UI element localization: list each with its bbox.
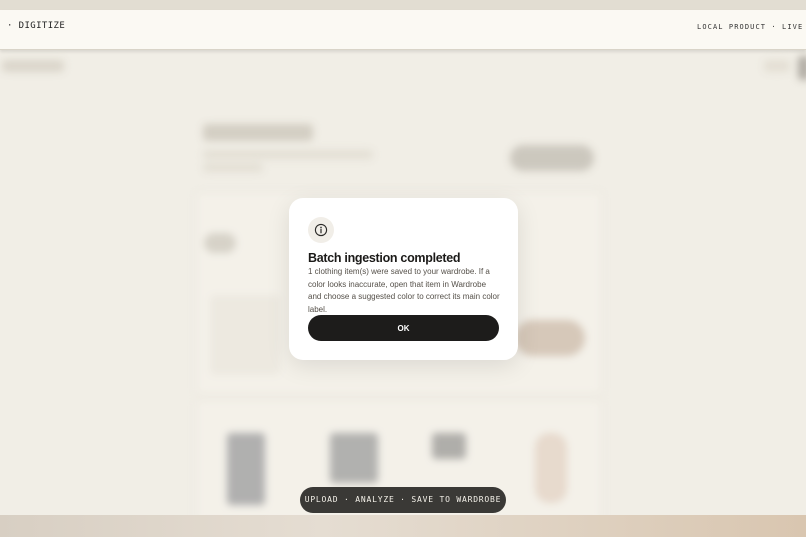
- info-icon: [308, 217, 334, 243]
- brand-label: · DIGITIZE: [7, 21, 66, 31]
- top-strip: [0, 0, 806, 10]
- ok-button[interactable]: OK: [308, 315, 499, 341]
- app-header: · DIGITIZE LOCAL PRODUCT · LIVE SES: [0, 10, 806, 50]
- workflow-steps-pill: UPLOAD · ANALYZE · SAVE TO WARDROBE: [300, 487, 506, 513]
- bottom-strip: [0, 515, 806, 537]
- dialog-title: Batch ingestion completed: [308, 251, 461, 265]
- batch-complete-dialog: Batch ingestion completed 1 clothing ite…: [289, 198, 518, 360]
- dialog-message: 1 clothing item(s) were saved to your wa…: [308, 267, 500, 314]
- session-status: LOCAL PRODUCT · LIVE SES: [697, 23, 806, 31]
